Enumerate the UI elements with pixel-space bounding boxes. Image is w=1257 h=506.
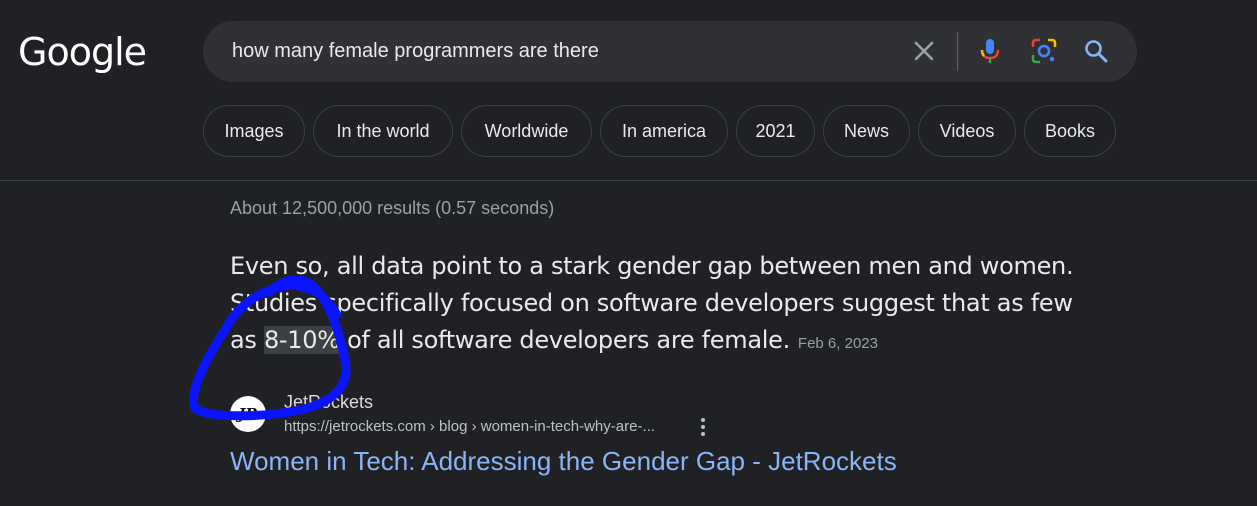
mic-icon[interactable] (975, 36, 1005, 66)
featured-snippet: Even so, all data point to a stark gende… (230, 248, 1130, 362)
chip-in-the-world[interactable]: In the world (313, 105, 453, 157)
search-icon[interactable] (1081, 36, 1111, 66)
lens-icon[interactable] (1029, 36, 1059, 66)
search-divider (957, 32, 958, 71)
chip-videos[interactable]: Videos (918, 105, 1016, 157)
clear-icon[interactable] (909, 36, 939, 66)
snippet-text: as (230, 326, 264, 354)
header-divider (0, 180, 1257, 181)
search-bar[interactable]: how many female programmers are there (203, 21, 1137, 82)
chip-in-america[interactable]: In america (600, 105, 728, 157)
chip-books[interactable]: Books (1024, 105, 1116, 157)
chip-2021[interactable]: 2021 (736, 105, 815, 157)
snippet-text: of all software developers are female. (339, 326, 790, 354)
snippet-line: as 8-10% of all software developers are … (230, 322, 1130, 362)
snippet-line: Even so, all data point to a stark gende… (230, 252, 1074, 280)
result-stats: About 12,500,000 results (0.57 seconds) (230, 198, 555, 218)
result-title-link[interactable]: Women in Tech: Addressing the Gender Gap… (230, 446, 897, 477)
snippet-date: Feb 6, 2023 (797, 335, 878, 352)
chip-news[interactable]: News (823, 105, 910, 157)
site-favicon: JR (230, 396, 266, 432)
site-url[interactable]: https://jetrockets.com › blog › women-in… (284, 418, 655, 435)
chip-images[interactable]: Images (203, 105, 305, 157)
search-input[interactable]: how many female programmers are there (232, 21, 599, 82)
snippet-highlight: 8-10% (263, 326, 340, 354)
snippet-line: Studies specifically focused on software… (230, 289, 1073, 317)
result-source[interactable]: JR JetRockets https://jetrockets.com › b… (230, 392, 1030, 438)
more-vert-icon[interactable] (696, 416, 710, 438)
site-name[interactable]: JetRockets (284, 392, 373, 413)
chip-worldwide[interactable]: Worldwide (461, 105, 592, 157)
google-logo[interactable]: Google (18, 27, 147, 77)
